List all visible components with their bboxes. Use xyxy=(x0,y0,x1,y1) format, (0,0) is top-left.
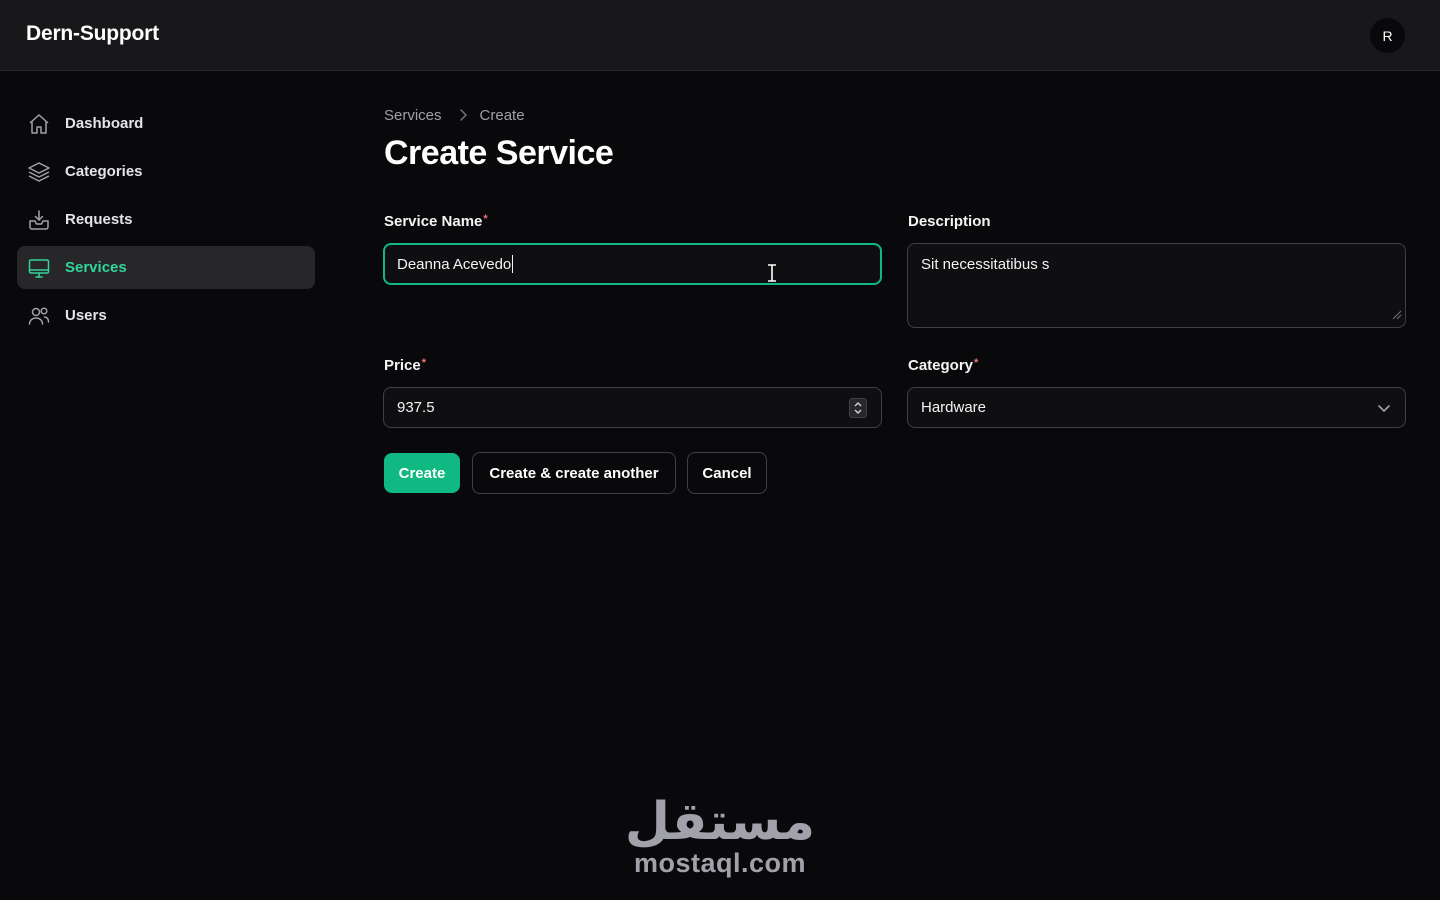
breadcrumb-current: Create xyxy=(479,106,525,124)
brand-logo[interactable]: Dern-Support xyxy=(26,22,159,46)
create-button[interactable]: Create xyxy=(384,453,460,493)
users-icon xyxy=(27,304,51,328)
home-icon xyxy=(27,112,51,136)
category-label: Category* xyxy=(908,357,978,374)
layers-icon xyxy=(27,160,51,184)
top-bar: Dern-Support R xyxy=(0,0,1440,71)
service-name-input[interactable]: Deanna Acevedo xyxy=(383,243,882,285)
sidebar-item-dashboard[interactable]: Dashboard xyxy=(17,102,315,145)
price-value: 937.5 xyxy=(397,399,435,416)
category-select[interactable]: Hardware xyxy=(907,387,1406,428)
description-value: Sit necessitatibus s xyxy=(921,256,1050,273)
cancel-button[interactable]: Cancel xyxy=(687,452,767,494)
sidebar-item-label: Dashboard xyxy=(65,115,144,132)
breadcrumb: Services Create xyxy=(384,100,1406,130)
required-mark: * xyxy=(974,357,979,369)
text-caret xyxy=(512,255,514,273)
service-name-value: Deanna Acevedo xyxy=(397,255,512,273)
sidebar-item-label: Users xyxy=(65,307,107,324)
watermark-latin: mostaql.com xyxy=(633,848,807,878)
chevron-down-icon xyxy=(1377,401,1391,419)
price-label-text: Price xyxy=(384,357,421,374)
sidebar: Dashboard Categories Requests Services U… xyxy=(17,102,315,342)
resize-handle-icon[interactable] xyxy=(1390,307,1402,324)
sidebar-item-categories[interactable]: Categories xyxy=(17,150,315,193)
main-content: Services Create Create Service xyxy=(384,100,1406,173)
user-avatar[interactable]: R xyxy=(1370,18,1405,53)
page-title: Create Service xyxy=(384,134,614,172)
sidebar-item-users[interactable]: Users xyxy=(17,294,315,337)
service-name-label-text: Service Name xyxy=(384,213,483,230)
number-stepper-icon[interactable] xyxy=(849,398,867,422)
description-label: Description xyxy=(908,213,991,230)
sidebar-item-label: Categories xyxy=(65,163,143,180)
category-value: Hardware xyxy=(921,399,987,416)
category-label-text: Category xyxy=(908,357,974,374)
inbox-icon xyxy=(27,208,51,232)
required-mark: * xyxy=(421,357,426,369)
breadcrumb-link-services[interactable]: Services xyxy=(384,107,442,124)
required-mark: * xyxy=(483,213,488,225)
monitor-icon xyxy=(27,256,51,280)
chevron-right-icon xyxy=(458,108,468,122)
description-textarea[interactable]: Sit necessitatibus s xyxy=(907,243,1406,328)
sidebar-item-label: Services xyxy=(65,259,127,276)
create-another-button[interactable]: Create & create another xyxy=(472,452,676,494)
sidebar-item-requests[interactable]: Requests xyxy=(17,198,315,241)
watermark-arabic: مستقل xyxy=(624,792,816,852)
sidebar-item-services[interactable]: Services xyxy=(17,246,315,289)
text-cursor-icon xyxy=(767,264,777,287)
price-label: Price* xyxy=(384,357,426,374)
service-name-label: Service Name* xyxy=(384,213,488,230)
price-input[interactable]: 937.5 xyxy=(383,387,882,428)
sidebar-item-label: Requests xyxy=(65,211,133,228)
watermark: مستقل mostaql.com xyxy=(620,796,820,878)
